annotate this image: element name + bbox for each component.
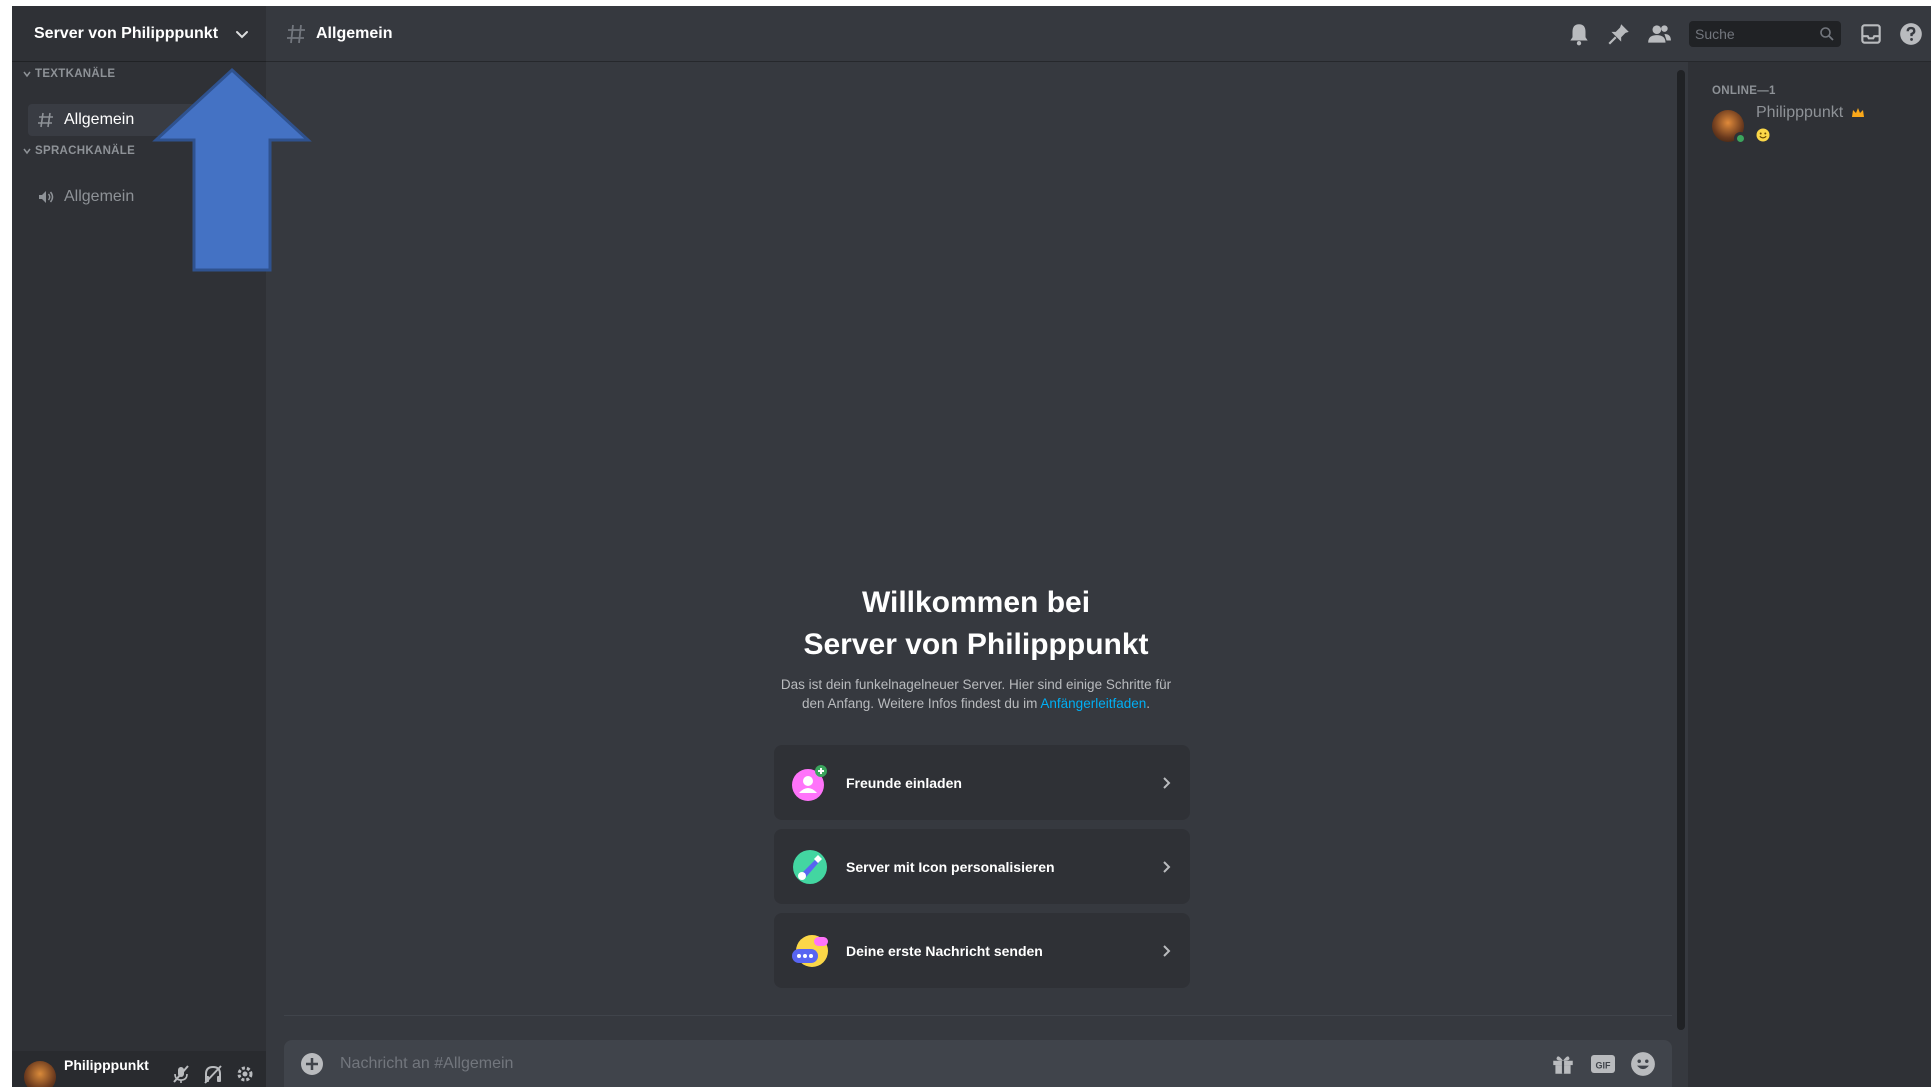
member-item[interactable]: Philipppunkt [1704,104,1924,148]
emoji-icon[interactable] [1630,1051,1656,1077]
category-voice-channels[interactable]: SPRACHKANÄLE [22,145,135,157]
crown-icon [1851,107,1864,117]
chevron-right-icon [1163,776,1171,789]
welcome-description-line2: den Anfang. Weitere Infos findest du im … [266,694,1686,713]
username: Philipppunkt [64,1057,149,1073]
inbox-icon[interactable] [1858,21,1884,47]
welcome-description-line1: Das ist dein funkelnagelneuer Server. Hi… [780,677,1172,692]
description-period: . [1146,696,1151,711]
invite-friends-icon [792,764,827,801]
channel-header: Allgemein [266,6,1931,62]
gear-icon[interactable] [234,1063,256,1085]
card-label: Freunde einladen [846,774,962,791]
server-header[interactable]: Server von Philipppunkt [12,6,266,62]
chevron-right-icon [1163,860,1171,873]
category-label: SPRACHKANÄLE [35,145,136,157]
user-panel: Philipppunkt [12,1051,266,1087]
personalize-icon [793,849,827,884]
personalize-server-card[interactable]: Server mit Icon personalisieren [774,829,1190,904]
invite-friends-card[interactable]: Freunde einladen [774,745,1190,820]
hash-icon [38,112,53,128]
header-toolbar [1559,6,1931,62]
emoji-status-icon [1756,128,1770,142]
card-label: Server mit Icon personalisieren [846,858,1055,875]
member-group-heading: ONLINE—1 [1712,85,1776,97]
avatar [1712,110,1747,145]
chevron-down-icon [23,148,31,155]
scrollbar[interactable] [1674,62,1688,1042]
chevron-down-icon [236,30,248,38]
search-input[interactable] [1695,26,1819,42]
microphone-muted-icon[interactable] [170,1063,192,1085]
avatar[interactable] [24,1061,56,1087]
chevron-right-icon [1163,944,1171,957]
welcome-title-line2: Server von Philipppunkt [803,628,1149,661]
card-label: Deine erste Nachricht senden [846,942,1043,959]
search-icon [1820,27,1834,41]
welcome-title-line1: Willkommen bei [861,586,1091,619]
hash-icon [287,24,305,43]
message-input[interactable] [340,1054,1536,1073]
scrollbar-thumb[interactable] [1677,70,1685,1030]
beginners-guide-link[interactable]: Anfängerleitfaden [1040,696,1146,711]
category-label: TEXTKANÄLE [35,68,116,80]
first-message-icon [792,934,828,967]
category-text-channels[interactable]: TEXTKANÄLE [22,68,115,80]
pin-icon[interactable] [1606,21,1632,47]
add-attachment-icon[interactable] [300,1052,324,1076]
description-text: den Anfang. Weitere Infos findest du im [801,696,1038,711]
channel-label: Allgemein [64,111,135,128]
welcome-section: Willkommen bei Server von Philipppunkt D… [266,62,1686,1022]
first-message-card[interactable]: Deine erste Nachricht senden [774,913,1190,988]
discord-window: Server von Philipppunkt TEXTKANÄLE Allge… [12,6,1931,1087]
headphones-muted-icon[interactable] [202,1063,224,1085]
speaker-icon [39,191,54,203]
search-box[interactable] [1689,21,1841,47]
channel-label: Allgemein [64,188,135,205]
member-name: Philipppunkt [1756,104,1844,121]
help-icon[interactable] [1898,21,1924,47]
composer-divider [284,1015,1672,1016]
channel-title: Allgemein [316,24,393,42]
chevron-down-icon [23,71,31,78]
members-icon[interactable] [1646,21,1672,47]
member-list: ONLINE—1 Philipppunkt [1688,62,1931,1087]
svg-text:GIF: GIF [1596,1060,1612,1070]
bell-icon[interactable] [1566,21,1592,47]
online-status-indicator [1734,132,1747,145]
server-name: Server von Philipppunkt [34,24,219,42]
gif-icon[interactable]: GIF [1590,1051,1616,1077]
gift-icon[interactable] [1550,1051,1576,1077]
message-composer: GIF [284,1040,1672,1087]
